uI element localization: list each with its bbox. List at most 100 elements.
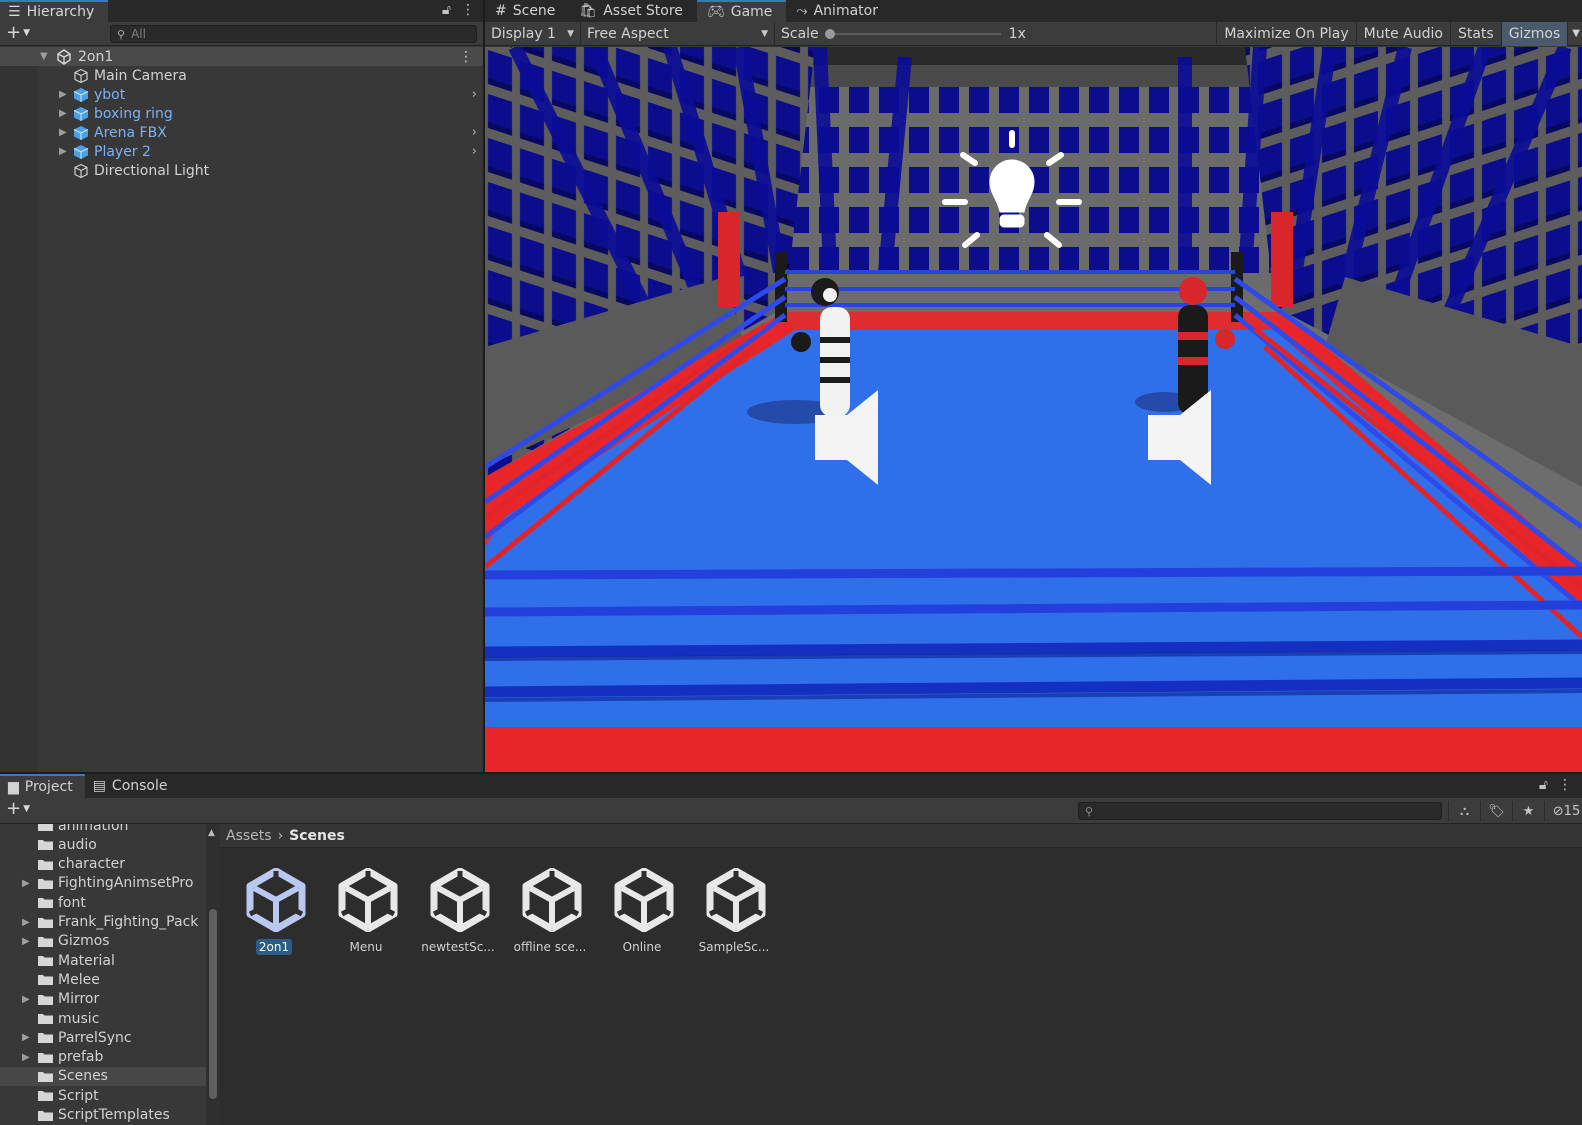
create-button[interactable]: + ▼ — [6, 800, 30, 818]
search-by-type-icon[interactable]: ⛬ — [1448, 801, 1480, 821]
folder-icon — [38, 936, 53, 947]
folder-tree-item[interactable]: Scenes — [0, 1066, 206, 1086]
mute-audio-button[interactable]: Mute Audio — [1355, 21, 1450, 46]
lock-icon[interactable]: 🔓︎ — [442, 2, 451, 18]
kebab-menu-icon[interactable]: ⋮ — [1558, 777, 1572, 793]
folder-tree-item[interactable]: Material — [0, 951, 206, 970]
scene-asset-tile[interactable]: 2on1 — [228, 862, 320, 962]
scrollbar-thumb[interactable] — [209, 909, 217, 1099]
expand-arrow-icon[interactable]: ▶ — [22, 878, 30, 889]
hierarchy-item-label: boxing ring — [94, 105, 173, 122]
expand-arrow-icon[interactable]: ▶ — [22, 917, 30, 928]
tab-scene[interactable]: # Scene — [485, 0, 569, 22]
expand-arrow-icon[interactable]: ▶ — [59, 127, 67, 138]
folder-icon — [38, 878, 53, 889]
folder-icon — [38, 975, 53, 986]
hierarchy-item[interactable]: ▶ Player 2 › — [0, 142, 483, 161]
expand-arrow-icon[interactable]: ▶ — [59, 146, 67, 157]
expand-arrow-icon[interactable]: ▶ — [59, 108, 67, 119]
hierarchy-item[interactable]: ▶ Arena FBX › — [0, 123, 483, 142]
tab-animator[interactable]: ⤳ Animator — [786, 0, 892, 22]
folder-label: character — [58, 856, 126, 873]
scene-asset-tile[interactable]: SampleSc... — [688, 862, 780, 962]
folder-tree-item[interactable]: character — [0, 855, 206, 874]
favorite-star-icon[interactable]: ★ — [1512, 801, 1544, 821]
gizmos-button[interactable]: Gizmos — [1500, 21, 1568, 46]
breadcrumb-scenes[interactable]: Scenes — [289, 828, 345, 844]
folder-tree-item[interactable]: animation — [0, 824, 206, 835]
game-panel: # Scene 🛍︎ Asset Store 🎮︎ Game ⤳ Animato… — [483, 0, 1582, 772]
kebab-menu-icon[interactable]: ⋮ — [459, 49, 473, 65]
lock-icon[interactable]: 🔓︎ — [1539, 777, 1548, 793]
stats-button[interactable]: Stats — [1449, 21, 1501, 46]
hierarchy-item[interactable]: ▶ ybot › — [0, 85, 483, 104]
scale-slider[interactable] — [824, 22, 1001, 46]
game-tabbar: # Scene 🛍︎ Asset Store 🎮︎ Game ⤳ Animato… — [485, 0, 1582, 22]
kebab-menu-icon[interactable]: ⋮ — [461, 2, 475, 18]
chevron-right-icon[interactable]: › — [472, 125, 477, 140]
label-tag-icon[interactable]: 🏷︎ — [1480, 801, 1512, 821]
expand-arrow-icon[interactable]: ▶ — [22, 994, 30, 1005]
chevron-right-icon[interactable]: › — [472, 144, 477, 159]
folder-tree-item[interactable]: ▶ prefab — [0, 1048, 206, 1067]
slider-thumb[interactable] — [824, 28, 835, 39]
gizmos-dropdown[interactable]: ▼ — [1567, 21, 1582, 46]
expand-arrow-icon[interactable]: ▶ — [22, 936, 30, 947]
hierarchy-item[interactable]: Main Camera — [0, 66, 483, 85]
aspect-dropdown[interactable]: Free Aspect ▼ — [581, 21, 775, 46]
folder-tree-item[interactable]: Melee — [0, 970, 206, 989]
breadcrumb-assets[interactable]: Assets — [226, 828, 272, 844]
hierarchy-item[interactable]: ▶ boxing ring — [0, 104, 483, 123]
folder-tree-scrollbar[interactable]: ▲ — [206, 824, 220, 1125]
folder-tree-item[interactable]: font — [0, 893, 206, 912]
project-toolbar: + ▼ ⚲ ⛬ 🏷︎ ★ ⊘ 15 — [0, 798, 1582, 824]
project-search-input[interactable]: ⚲ — [1078, 802, 1442, 820]
folder-tree-item[interactable]: music — [0, 1009, 206, 1028]
unity-scene-icon — [706, 868, 766, 932]
folder-tree-item[interactable]: ScriptTemplates — [0, 1106, 206, 1125]
folder-icon — [38, 994, 53, 1005]
scene-name: 2on1 — [78, 48, 114, 65]
folder-tree-item[interactable]: ▶ Gizmos — [0, 932, 206, 951]
folder-label: Script — [58, 1087, 99, 1104]
maximize-on-play-button[interactable]: Maximize On Play — [1216, 21, 1355, 46]
folder-tree-item[interactable]: ▶ FightingAnimsetPro — [0, 874, 206, 893]
scroll-up-arrow-icon[interactable]: ▲ — [208, 828, 215, 838]
folder-tree-item[interactable]: Script — [0, 1086, 206, 1105]
folder-tree-item[interactable]: ▶ ParrelSync — [0, 1028, 206, 1047]
folder-tree-item[interactable]: ▶ Mirror — [0, 990, 206, 1009]
expand-arrow-icon[interactable]: ▶ — [22, 1052, 30, 1063]
folder-icon — [38, 1071, 53, 1082]
button-label: Stats — [1457, 25, 1494, 42]
chevron-right-icon[interactable]: › — [472, 87, 477, 102]
tab-hierarchy[interactable]: ☰ Hierarchy — [0, 0, 108, 22]
folder-tree-item[interactable]: audio — [0, 835, 206, 854]
tab-game[interactable]: 🎮︎ Game — [696, 0, 787, 22]
hierarchy-item-label: ybot — [94, 86, 126, 103]
scene-asset-tile[interactable]: offline sce... — [504, 862, 596, 962]
display-dropdown[interactable]: Display 1 ▼ — [485, 21, 581, 46]
hierarchy-search-input[interactable]: ⚲ All — [110, 25, 477, 43]
game-viewport[interactable] — [485, 47, 1582, 772]
expand-arrow-icon[interactable]: ▶ — [22, 1032, 30, 1043]
scene-asset-tile[interactable]: Menu — [320, 862, 412, 962]
hierarchy-scene-row[interactable]: ▼ 2on1 ⋮ — [0, 47, 483, 66]
expand-arrow-icon[interactable]: ▶ — [59, 89, 67, 100]
breadcrumb-separator-icon: › — [277, 827, 284, 844]
expand-arrow-icon[interactable]: ▼ — [40, 51, 48, 62]
scene-asset-tile[interactable]: newtestSc... — [412, 862, 504, 962]
prefab-cube-icon — [73, 87, 89, 102]
tab-asset-store[interactable]: 🛍︎ Asset Store — [569, 0, 697, 22]
hierarchy-item[interactable]: Directional Light — [0, 161, 483, 180]
folder-tree-item[interactable]: ▶ Frank_Fighting_Pack — [0, 913, 206, 932]
hierarchy-panel: ☰ Hierarchy 🔓︎ ⋮ + ▼ ⚲ All ▼ 2on1 ⋮ Main … — [0, 0, 483, 772]
tab-project[interactable]: ▆ Project — [0, 774, 85, 798]
create-button[interactable]: + ▼ — [6, 24, 30, 42]
tab-label: Project — [24, 779, 73, 795]
folder-icon — [38, 1110, 53, 1121]
tab-console[interactable]: ▤ Console — [85, 774, 180, 798]
scene-asset-tile[interactable]: Online — [596, 862, 688, 962]
asset-label: newtestSc... — [412, 940, 504, 954]
button-label: Maximize On Play — [1224, 25, 1349, 42]
hidden-packages-button[interactable]: ⊘ 15 — [1544, 801, 1582, 821]
